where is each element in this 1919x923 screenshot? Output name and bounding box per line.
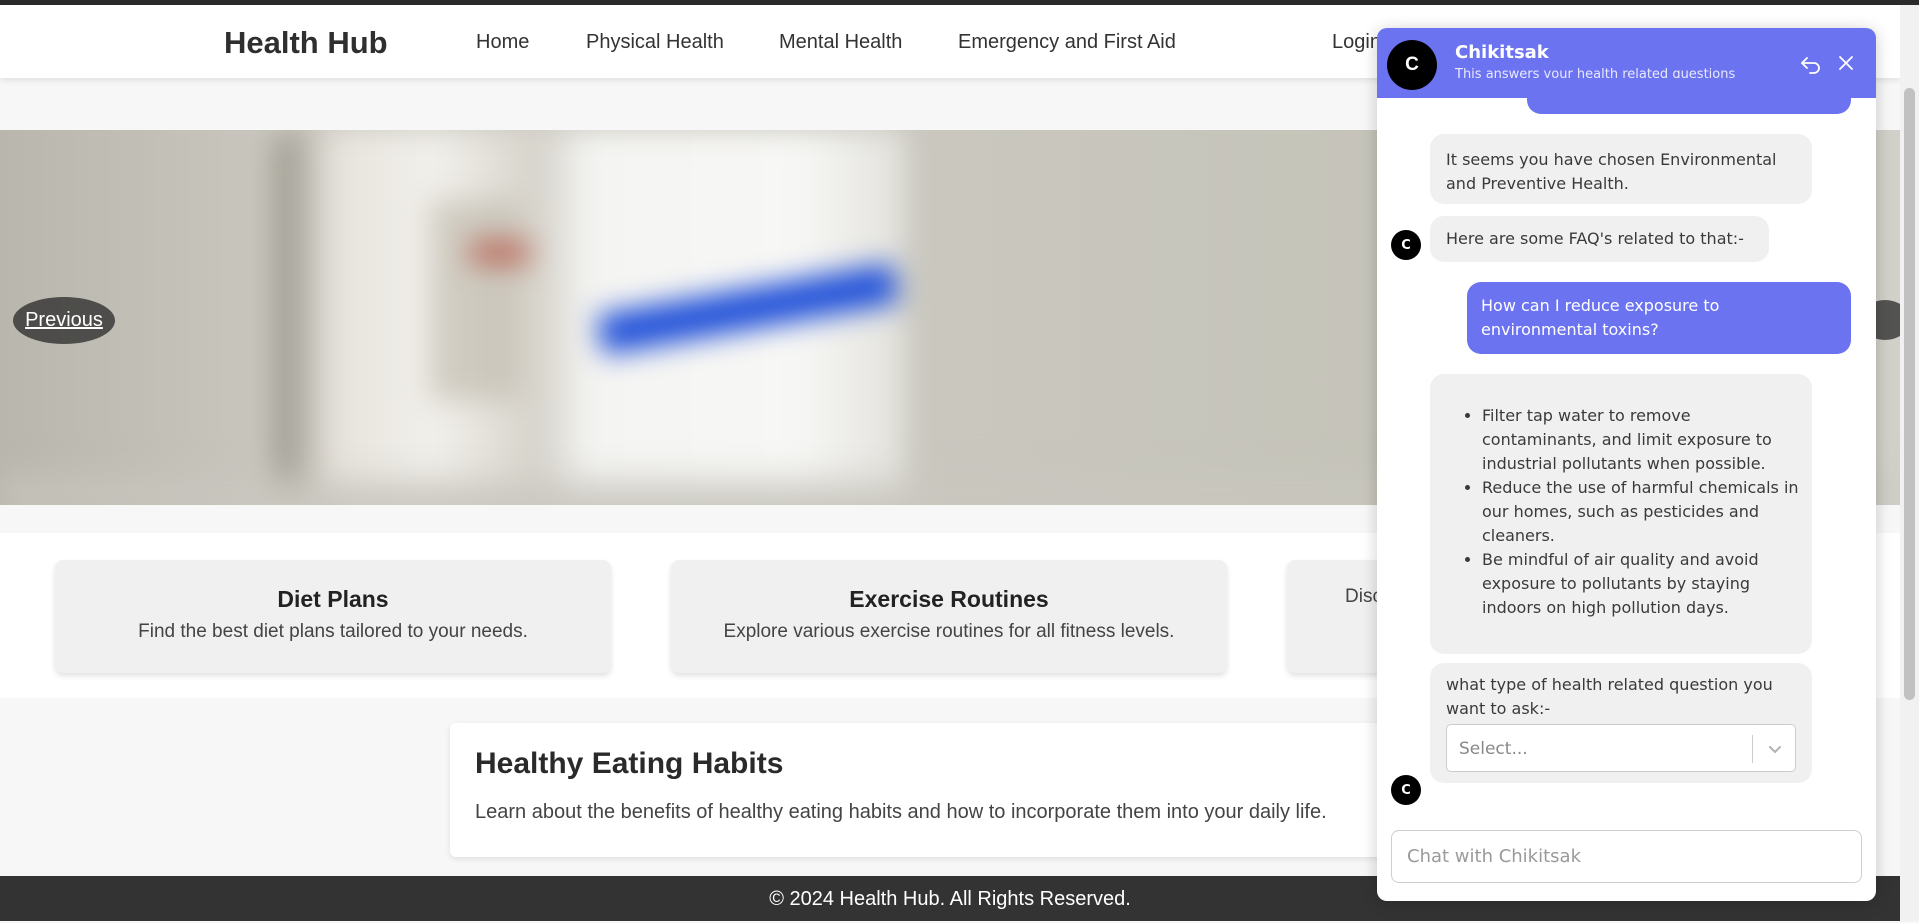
- chatbot-window: C Chikitsak This answers your health rel…: [1377, 28, 1876, 901]
- close-icon[interactable]: [1833, 50, 1859, 76]
- article-title: Healthy Eating Habits: [475, 747, 784, 780]
- restart-icon[interactable]: [1798, 50, 1824, 76]
- article-body: Learn about the benefits of healthy eati…: [475, 801, 1327, 823]
- chevron-down-icon[interactable]: [1765, 739, 1785, 759]
- page-scrollbar-thumb[interactable]: [1904, 88, 1915, 700]
- chat-message-bot: Here are some FAQ's related to that:-: [1430, 216, 1769, 262]
- faq-answer-item: Reduce the use of harmful chemicals in o…: [1482, 476, 1802, 548]
- chatbot-avatar: C: [1387, 40, 1437, 90]
- card-description: Explore various exercise routines for al…: [723, 621, 1175, 642]
- nav-emergency-first-aid[interactable]: Emergency and First Aid: [958, 31, 1176, 54]
- chat-message-user-previous: [1527, 78, 1851, 114]
- chatbot-title: Chikitsak: [1455, 42, 1549, 63]
- select-separator: [1752, 735, 1753, 763]
- article-healthy-eating: Healthy Eating Habits Learn about the be…: [450, 723, 1450, 857]
- bot-avatar-small: C: [1391, 230, 1421, 260]
- nav-login[interactable]: Login: [1332, 31, 1381, 54]
- card-title: Exercise Routines: [849, 586, 1049, 612]
- chat-message-bot-question: what type of health related question you…: [1430, 663, 1812, 783]
- carousel-previous-button[interactable]: Previous: [13, 297, 115, 344]
- faq-answer-list: Filter tap water to remove contaminants,…: [1430, 404, 1802, 620]
- bot-avatar-small: C: [1391, 775, 1421, 805]
- chat-message-bot-list: Filter tap water to remove contaminants,…: [1430, 374, 1812, 654]
- nav-physical-health[interactable]: Physical Health: [586, 31, 724, 54]
- chat-input[interactable]: [1391, 830, 1862, 883]
- card-diet-plans[interactable]: Diet Plans Find the best diet plans tail…: [55, 560, 611, 673]
- chatbot-messages[interactable]: It seems you have chosen Environmental a…: [1377, 78, 1876, 828]
- select-placeholder: Select...: [1459, 739, 1528, 759]
- nav-mental-health[interactable]: Mental Health: [779, 31, 902, 54]
- card-title: Diet Plans: [277, 586, 389, 612]
- faq-answer-item: Be mindful of air quality and avoid expo…: [1482, 548, 1802, 620]
- chat-message-user: How can I reduce exposure to environment…: [1467, 282, 1851, 354]
- question-type-select[interactable]: Select...: [1446, 724, 1796, 772]
- faq-answer-item: Filter tap water to remove contaminants,…: [1482, 404, 1802, 476]
- brand-logo[interactable]: Health Hub: [224, 25, 388, 61]
- chat-question-text: what type of health related question you…: [1446, 675, 1773, 718]
- card-exercise-routines[interactable]: Exercise Routines Explore various exerci…: [671, 560, 1227, 673]
- card-description: Find the best diet plans tailored to you…: [138, 621, 528, 642]
- nav-home[interactable]: Home: [476, 31, 529, 54]
- chat-message-bot: It seems you have chosen Environmental a…: [1430, 134, 1812, 204]
